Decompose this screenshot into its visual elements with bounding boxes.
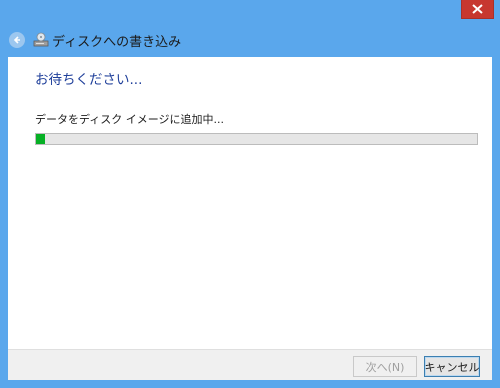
next-button[interactable]: 次へ(N) (353, 356, 417, 377)
progress-bar (35, 133, 478, 145)
dialog-window: ディスクへの書き込み お待ちください... データをディスク イメージに追加中.… (0, 0, 500, 388)
dialog-header: ディスクへの書き込み (0, 24, 500, 56)
content-area: お待ちください... データをディスク イメージに追加中... (8, 57, 492, 349)
close-icon (472, 4, 483, 14)
back-arrow-icon (13, 36, 20, 44)
window-title: ディスクへの書き込み (52, 35, 182, 50)
back-button[interactable] (9, 32, 25, 48)
cancel-button[interactable]: キャンセル (424, 356, 480, 377)
progress-bar-fill (36, 134, 45, 144)
status-text: データをディスク イメージに追加中... (35, 113, 224, 126)
page-heading: お待ちください... (35, 72, 143, 88)
dialog-footer: 次へ(N) キャンセル (8, 349, 492, 380)
disc-burn-icon (33, 32, 49, 47)
close-button[interactable] (461, 0, 494, 19)
